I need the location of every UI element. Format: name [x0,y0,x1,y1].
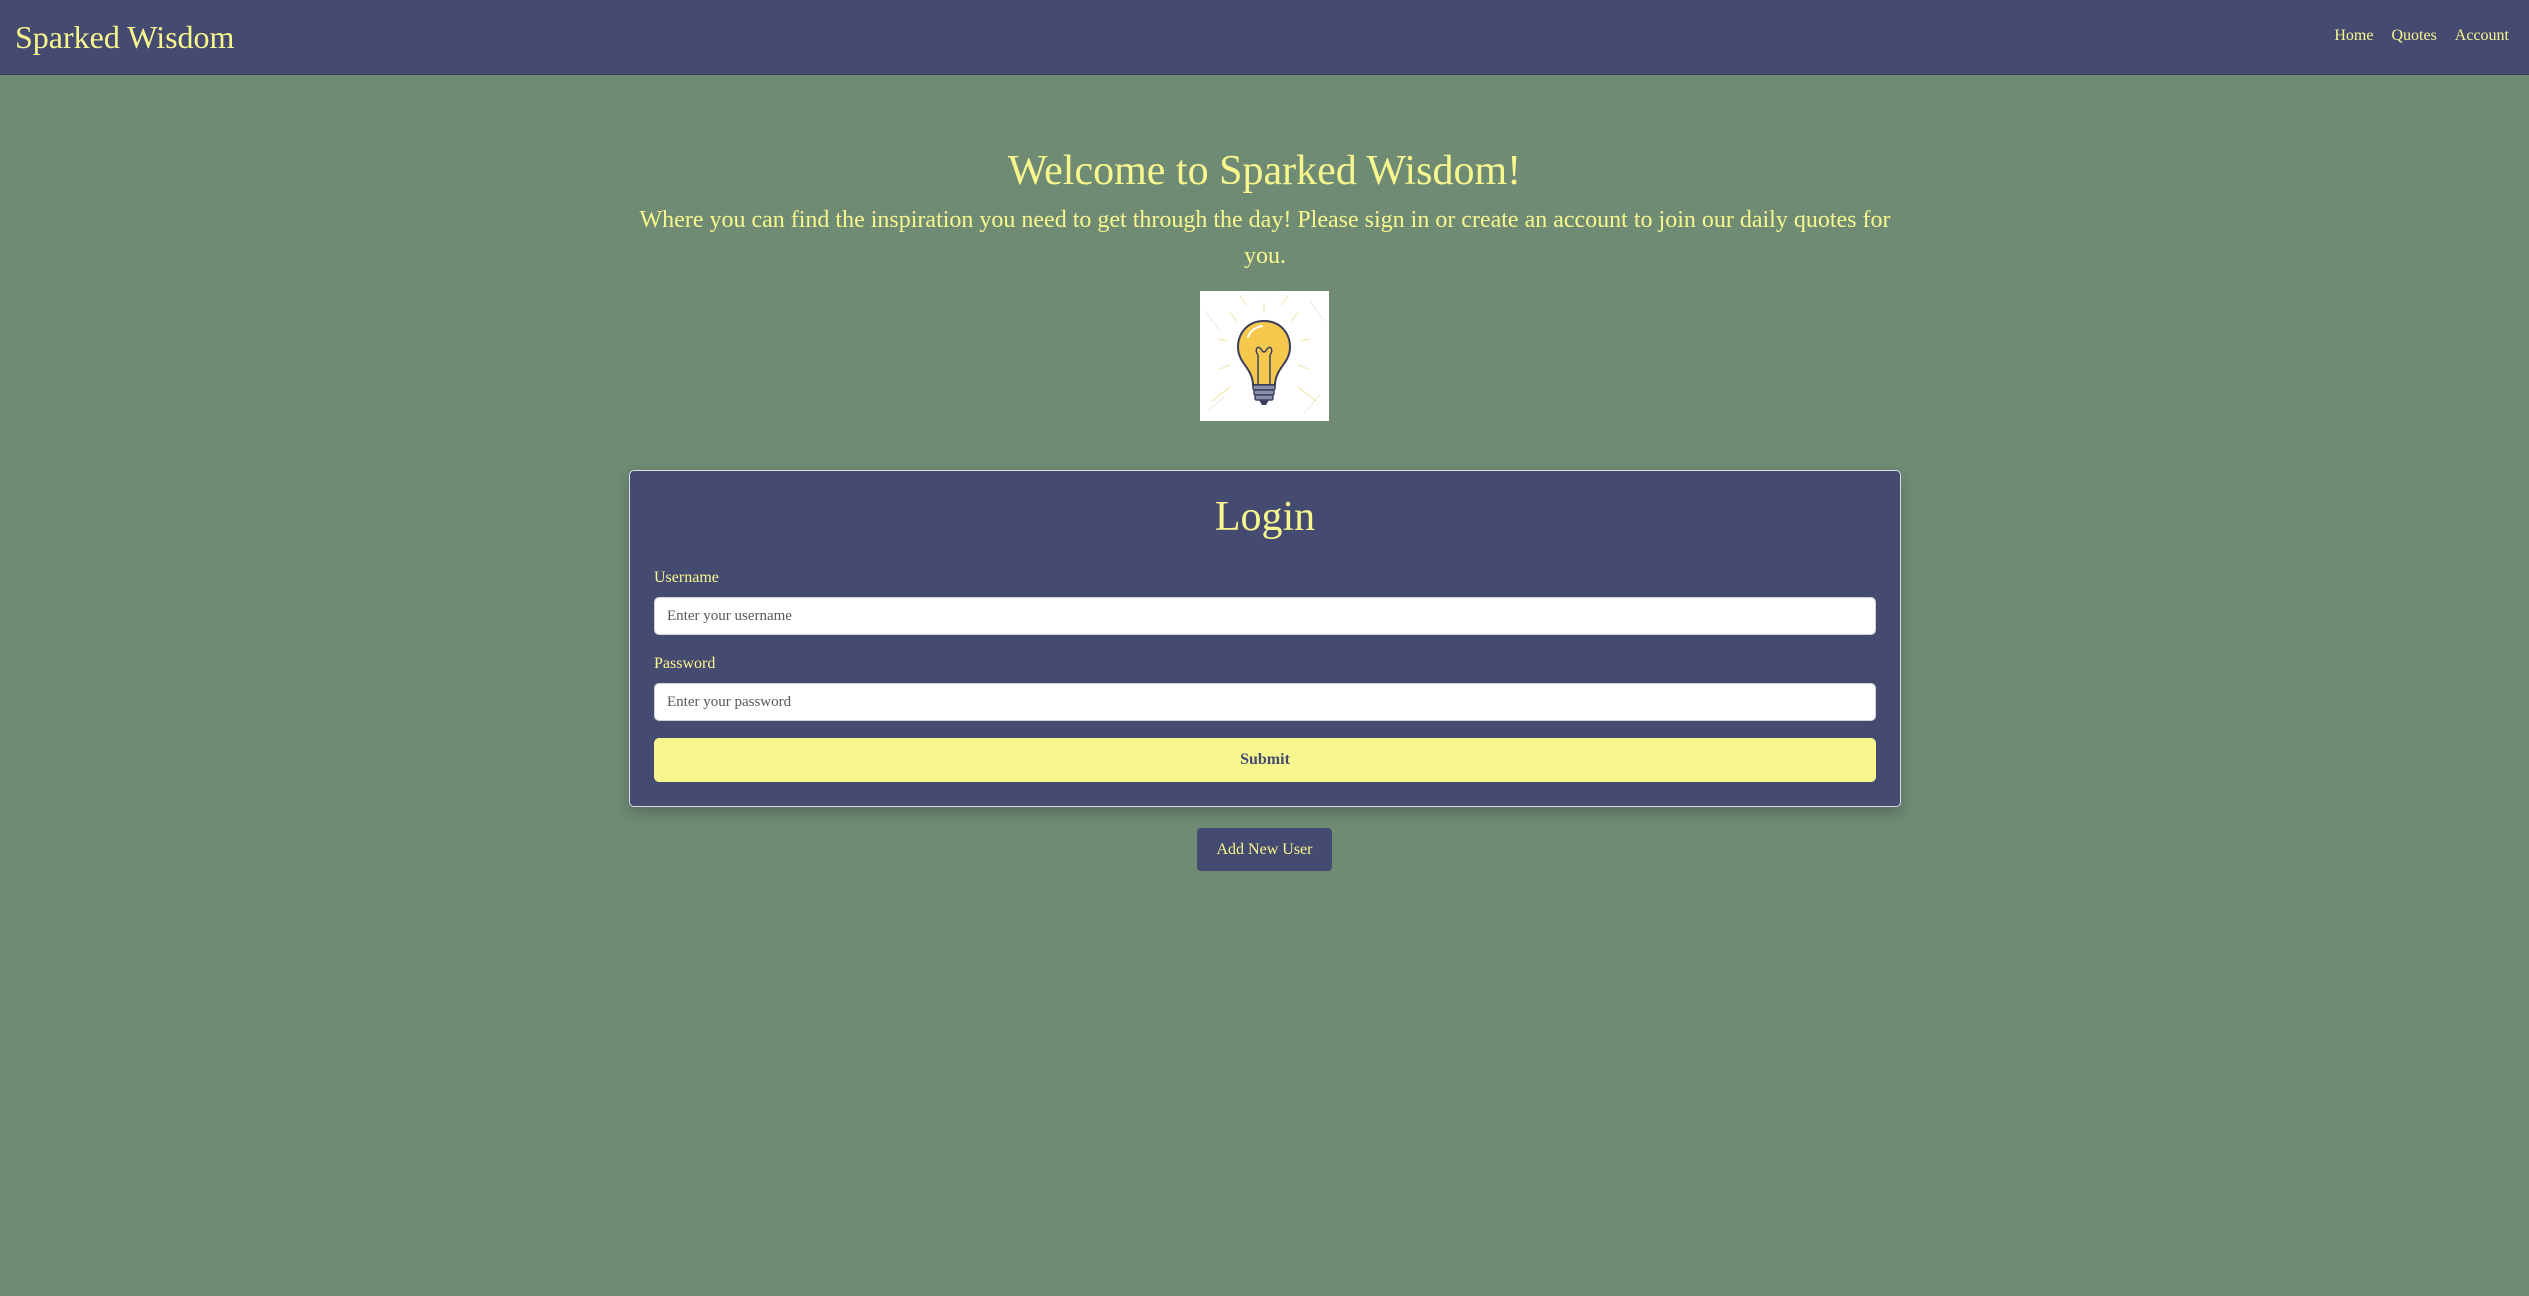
nav-links: Home Quotes Account [2334,24,2509,48]
page-title: Welcome to Sparked Wisdom! [1007,148,1522,194]
password-label: Password [654,655,716,672]
navbar: Sparked Wisdom Home Quotes Account [0,0,2529,75]
brand-logo[interactable]: Sparked Wisdom [15,17,234,57]
submit-button[interactable]: Submit [654,738,1876,782]
login-form: Login Username Password Submit [629,470,1901,807]
username-input[interactable] [654,597,1876,635]
page-subtitle: Where you can find the inspiration you n… [639,207,1891,269]
password-input[interactable] [654,683,1876,721]
lightbulb-icon [1200,291,1329,421]
nav-link-account[interactable]: Account [2455,24,2509,48]
nav-link-quotes[interactable]: Quotes [2391,24,2436,48]
login-title: Login [1214,494,1316,540]
add-new-user-button[interactable]: Add New User [1197,828,1332,871]
username-label: Username [654,569,719,586]
nav-link-home[interactable]: Home [2334,24,2373,48]
